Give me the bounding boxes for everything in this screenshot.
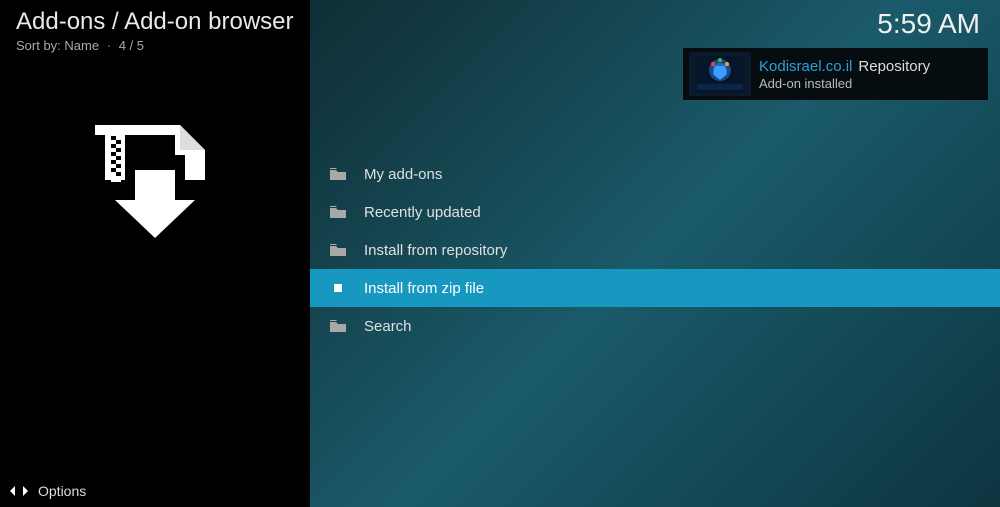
- breadcrumb: Add-ons / Add-on browser: [16, 8, 294, 36]
- separator-dot: ·: [107, 38, 111, 53]
- clock: 5:59 AM: [877, 8, 980, 40]
- menu-item-label: Recently updated: [364, 204, 481, 221]
- item-position: 4 / 5: [119, 38, 144, 53]
- options-button[interactable]: Options: [10, 483, 86, 499]
- menu-item-label: Install from repository: [364, 242, 507, 259]
- notification-icon: [689, 52, 751, 96]
- notification-addon-name: Kodisrael.co.il: [759, 58, 852, 75]
- menu-item-search[interactable]: Search: [310, 307, 1000, 345]
- notification-text: Kodisrael.co.il Repository Add-on instal…: [759, 58, 982, 91]
- header: Add-ons / Add-on browser Sort by: Name ·…: [0, 0, 310, 53]
- menu-item-recently-updated[interactable]: Recently updated: [310, 193, 1000, 231]
- sort-value: Name: [64, 38, 99, 53]
- sidebar: Add-ons / Add-on browser Sort by: Name ·…: [0, 0, 310, 507]
- options-arrows-icon: [10, 484, 28, 498]
- options-label: Options: [38, 483, 86, 499]
- menu-item-install-from-repository[interactable]: Install from repository: [310, 231, 1000, 269]
- selected-indicator-icon: [330, 282, 346, 294]
- notification-message: Add-on installed: [759, 76, 982, 91]
- menu-item-label: Search: [364, 318, 412, 335]
- main-content: 5:59 AM Kodisrael.co.il Repository Add-o…: [310, 0, 1000, 507]
- notification-toast: Kodisrael.co.il Repository Add-on instal…: [683, 48, 988, 100]
- menu-list: My add-ons Recently updated Install from…: [310, 155, 1000, 345]
- zip-download-icon: [85, 120, 225, 240]
- menu-item-install-from-zip[interactable]: Install from zip file: [310, 269, 1000, 307]
- menu-item-label: Install from zip file: [364, 280, 484, 297]
- sort-label: Sort by:: [16, 38, 61, 53]
- sort-line: Sort by: Name · 4 / 5: [16, 38, 294, 53]
- folder-icon: [330, 206, 346, 218]
- folder-icon: [330, 244, 346, 256]
- folder-icon: [330, 320, 346, 332]
- menu-item-label: My add-ons: [364, 166, 442, 183]
- folder-icon: [330, 168, 346, 180]
- notification-addon-type: Repository: [858, 58, 930, 75]
- menu-item-my-addons[interactable]: My add-ons: [310, 155, 1000, 193]
